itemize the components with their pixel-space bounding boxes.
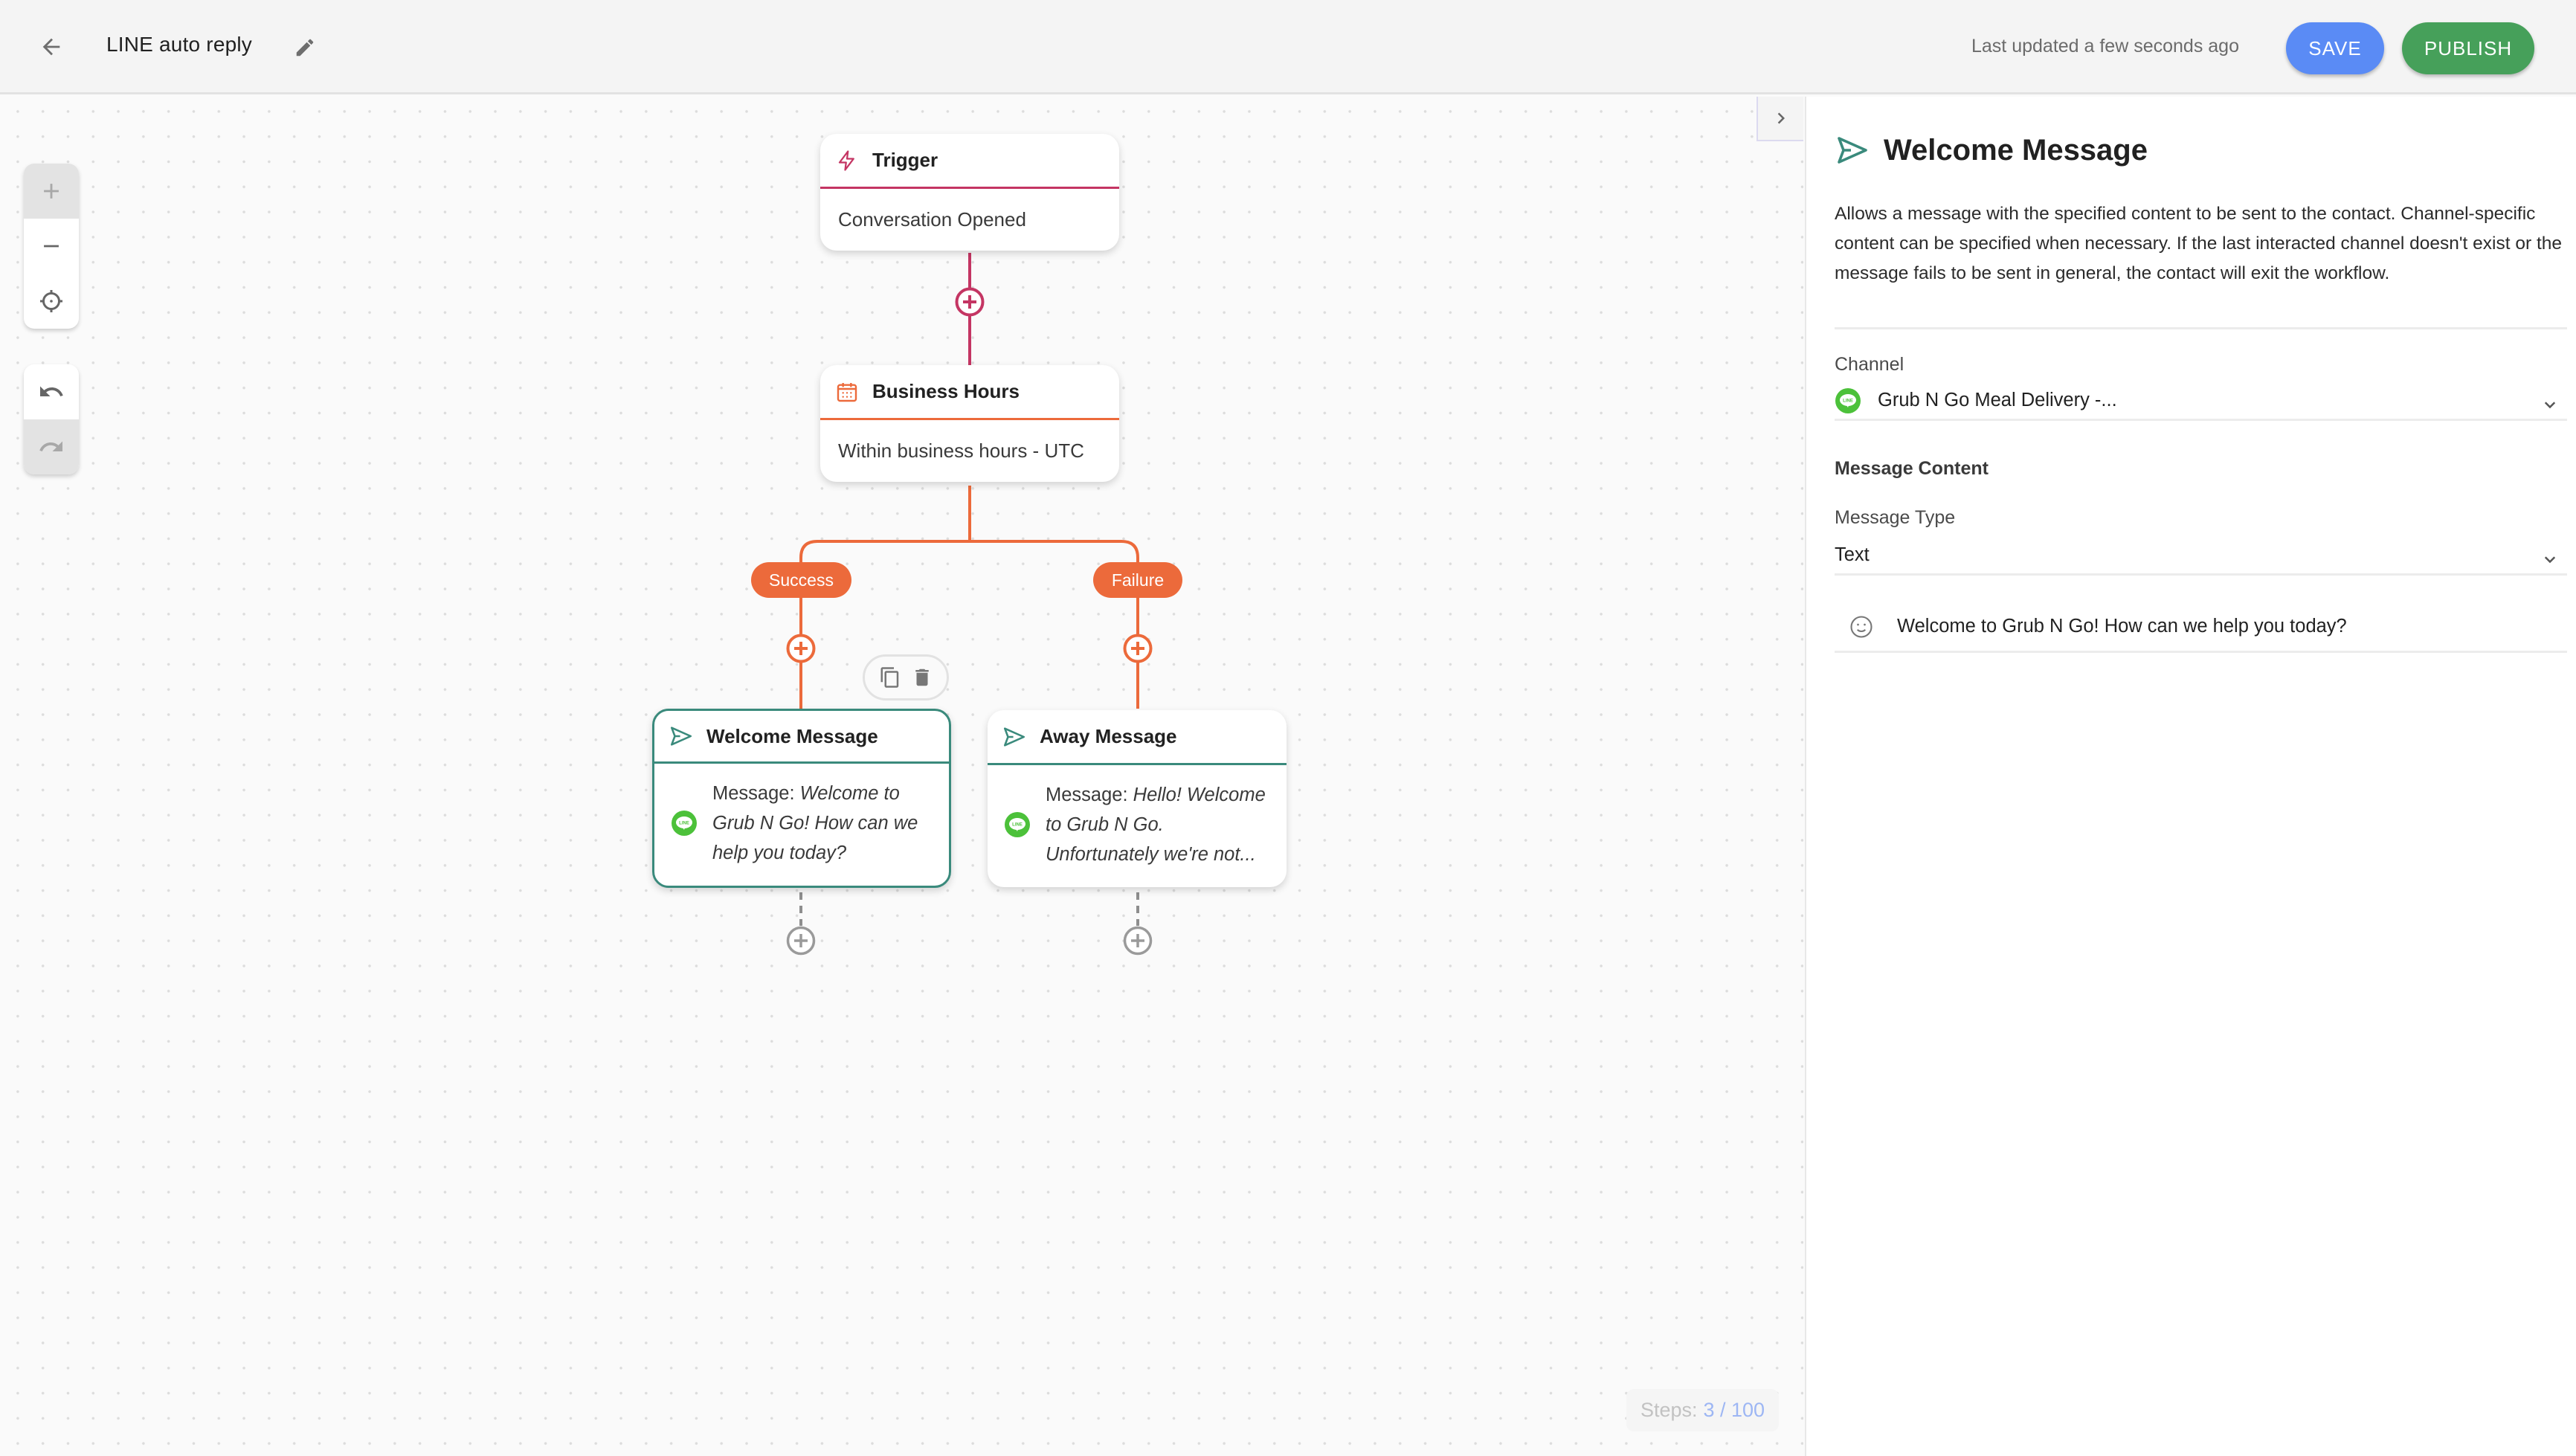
message-type-label: Message Type bbox=[1835, 507, 1956, 528]
plus-icon bbox=[44, 184, 59, 199]
trigger-node[interactable]: Trigger Conversation Opened bbox=[820, 134, 1119, 251]
channel-label: Channel bbox=[1835, 354, 1904, 375]
send-icon bbox=[668, 723, 695, 750]
node-title: Trigger bbox=[872, 149, 938, 171]
pencil-icon bbox=[296, 39, 314, 57]
welcome-message-node[interactable]: Welcome Message LINE Message: Welcome to… bbox=[652, 709, 951, 888]
back-button[interactable] bbox=[33, 28, 70, 65]
undo-icon bbox=[40, 386, 63, 396]
svg-text:LINE: LINE bbox=[1843, 399, 1853, 403]
workflow-canvas[interactable]: Trigger Conversation Opened Business Hou… bbox=[0, 97, 1803, 1456]
arrow-left-icon bbox=[42, 38, 60, 56]
line-icon: LINE bbox=[1005, 812, 1030, 837]
svg-text:LINE: LINE bbox=[1012, 823, 1023, 828]
edit-title-button[interactable] bbox=[290, 33, 320, 62]
collapse-panel-button[interactable] bbox=[1756, 97, 1803, 141]
business-hours-node[interactable]: Business Hours Within business hours - U… bbox=[820, 365, 1119, 482]
node-body: LINE Message: Hello! Welcome to Grub N G… bbox=[988, 765, 1287, 887]
top-bar: LINE auto reply Last updated a few secon… bbox=[0, 0, 2576, 94]
panel-description: Allows a message with the specified cont… bbox=[1835, 204, 2563, 283]
message-type-value: Text bbox=[1835, 544, 1870, 565]
plus-circle-icon bbox=[786, 926, 816, 956]
undo-button[interactable] bbox=[24, 364, 79, 419]
failure-branch-badge: Failure bbox=[1093, 562, 1182, 598]
add-step-success-button[interactable] bbox=[786, 634, 816, 663]
node-message: Message: Welcome to Grub N Go! How can w… bbox=[712, 783, 918, 863]
divider bbox=[1835, 327, 2567, 329]
history-controls bbox=[24, 364, 79, 474]
channel-select[interactable]: LINE Grub N Go Meal Delivery -... bbox=[1835, 382, 2567, 421]
node-header: Welcome Message bbox=[654, 711, 949, 764]
copy-icon bbox=[880, 667, 898, 688]
zoom-controls bbox=[24, 164, 79, 329]
panel-title: Welcome Message bbox=[1884, 133, 2148, 167]
plus-circle-icon bbox=[1123, 634, 1153, 663]
node-body: LINE Message: Welcome to Grub N Go! How … bbox=[654, 764, 949, 886]
message-text-value: Welcome to Grub N Go! How can we help yo… bbox=[1897, 616, 2347, 637]
plus-circle-icon bbox=[955, 287, 985, 317]
line-icon: LINE bbox=[672, 811, 697, 836]
panel-header: Welcome Message bbox=[1835, 132, 2148, 168]
publish-button[interactable]: PUBLISH bbox=[2402, 22, 2534, 74]
chevron-down-icon bbox=[2544, 401, 2556, 408]
plus-circle-icon bbox=[1123, 926, 1153, 956]
message-text-input[interactable]: Welcome to Grub N Go! How can we help yo… bbox=[1835, 602, 2567, 653]
copy-button[interactable] bbox=[879, 666, 901, 689]
node-header: Trigger bbox=[820, 134, 1119, 189]
add-step-button[interactable] bbox=[955, 287, 985, 317]
minus-icon bbox=[44, 245, 59, 248]
zoom-in-button[interactable] bbox=[24, 164, 79, 219]
redo-icon bbox=[39, 441, 62, 451]
steps-label: Steps: bbox=[1640, 1399, 1698, 1421]
save-button[interactable]: SAVE bbox=[2286, 22, 2384, 74]
channel-value: Grub N Go Meal Delivery -... bbox=[1878, 390, 2117, 410]
zoom-out-button[interactable] bbox=[24, 219, 79, 274]
success-branch-badge: Success bbox=[751, 562, 851, 598]
node-title: Welcome Message bbox=[706, 724, 878, 747]
chevron-down-icon bbox=[2544, 555, 2556, 563]
recenter-button[interactable] bbox=[24, 274, 79, 329]
lightning-icon bbox=[834, 147, 860, 174]
plus-circle-icon bbox=[786, 634, 816, 663]
connector-branch-split bbox=[799, 540, 1139, 580]
workflow-title: LINE auto reply bbox=[106, 33, 252, 56]
emoji-icon[interactable] bbox=[1848, 613, 1875, 640]
chevron-right-icon bbox=[1777, 112, 1785, 124]
delete-icon bbox=[915, 669, 929, 686]
away-message-node[interactable]: Away Message LINE Message: Hello! Welcom… bbox=[988, 710, 1287, 887]
steps-counter: Steps: 3 / 100 bbox=[1626, 1389, 1779, 1431]
node-title: Business Hours bbox=[872, 380, 1020, 402]
node-actions bbox=[863, 654, 949, 700]
node-body: Conversation Opened bbox=[838, 208, 1026, 231]
svg-text:LINE: LINE bbox=[679, 822, 689, 826]
add-step-failure-button[interactable] bbox=[1123, 634, 1153, 663]
redo-button[interactable] bbox=[24, 419, 79, 474]
node-message: Message: Hello! Welcome to Grub N Go. Un… bbox=[1046, 785, 1266, 865]
properties-panel: Welcome Message Allows a message with th… bbox=[1805, 97, 2576, 1456]
calendar-icon bbox=[834, 379, 860, 405]
add-step-after-welcome-button[interactable] bbox=[786, 926, 816, 956]
send-icon bbox=[1838, 137, 1867, 164]
node-header: Away Message bbox=[988, 710, 1287, 765]
add-step-after-away-button[interactable] bbox=[1123, 926, 1153, 956]
last-updated-status: Last updated a few seconds ago bbox=[1971, 36, 2239, 57]
delete-button[interactable] bbox=[911, 666, 933, 689]
node-body: Within business hours - UTC bbox=[838, 439, 1084, 462]
line-icon: LINE bbox=[1835, 387, 1861, 413]
node-title: Away Message bbox=[1040, 725, 1177, 747]
steps-value: 3 / 100 bbox=[1703, 1399, 1765, 1421]
crosshair-icon bbox=[40, 290, 62, 312]
node-header: Business Hours bbox=[820, 365, 1119, 420]
message-content-label: Message Content bbox=[1835, 458, 1989, 479]
message-type-select[interactable]: Text bbox=[1835, 537, 2567, 576]
send-icon bbox=[1001, 724, 1028, 750]
